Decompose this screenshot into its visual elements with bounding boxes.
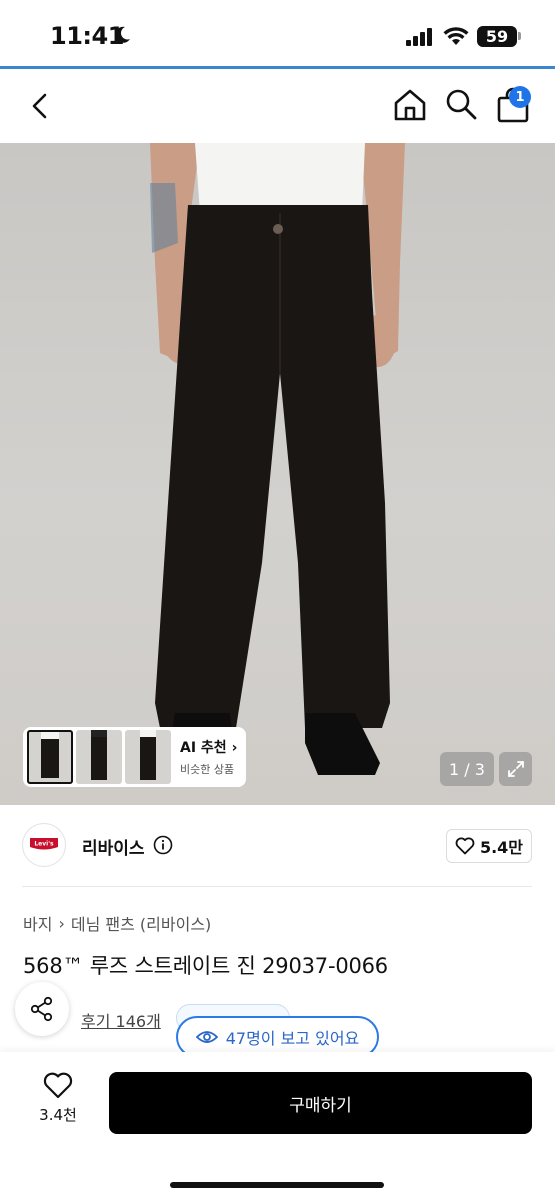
product-title: 568™ 루즈 스트레이트 진 29037-0066 (23, 954, 388, 978)
ai-recommend-subtitle: 비슷한 상품 (180, 763, 235, 776)
heart-icon (43, 1072, 73, 1099)
image-counter: 1 / 3 (440, 752, 494, 786)
top-nav (0, 69, 555, 143)
thumbnail-2[interactable] (76, 730, 122, 784)
moon-icon (115, 26, 130, 43)
cart-count-badge: 1 (509, 86, 531, 108)
brand-logo[interactable]: Levi's (22, 823, 66, 867)
divider (22, 886, 532, 887)
battery-indicator: 59 (477, 26, 517, 47)
share-icon (30, 996, 53, 1022)
bottom-action-bar: 3.4천 구매하기 (0, 1052, 555, 1200)
breadcrumb-subcategory[interactable]: 데님 팬츠 (리바이스) (71, 911, 211, 935)
breadcrumb-category[interactable]: 바지 (23, 911, 52, 935)
back-icon[interactable] (24, 89, 58, 123)
home-indicator (170, 1182, 384, 1188)
chevron-right-icon: › (231, 740, 238, 756)
wifi-icon (443, 27, 469, 45)
ai-recommend-link[interactable]: AI 추천 › 비슷한 상품 (180, 737, 237, 777)
favorite-button[interactable]: 3.4천 (30, 1072, 86, 1125)
heart-icon (455, 837, 475, 855)
svg-text:Levi's: Levi's (34, 841, 54, 848)
status-bar: 11:41 59 (0, 0, 555, 68)
levis-logo-icon: Levi's (30, 838, 58, 850)
search-icon[interactable] (444, 87, 478, 121)
product-photo (150, 143, 405, 775)
expand-button[interactable] (499, 752, 532, 786)
review-link[interactable]: 후기 146개 (81, 1008, 161, 1032)
share-button[interactable] (15, 982, 69, 1036)
ai-recommend-title: AI 추천 › (180, 740, 238, 756)
thumbnail-1[interactable] (27, 730, 73, 784)
product-image-carousel[interactable]: AI 추천 › 비슷한 상품 1 / 3 (0, 143, 555, 805)
brand-like-count: 5.4만 (479, 838, 524, 857)
expand-icon (507, 761, 524, 777)
battery-nub (518, 32, 521, 40)
thumbnail-3[interactable] (125, 730, 171, 784)
info-icon[interactable] (153, 835, 173, 855)
thumbnail-strip: AI 추천 › 비슷한 상품 (23, 727, 246, 787)
home-icon[interactable] (392, 87, 428, 123)
eye-icon (195, 1031, 218, 1043)
chevron-right-icon: › (58, 913, 65, 933)
brand-name[interactable]: 리바이스 (82, 834, 145, 859)
brand-like-button[interactable]: 5.4만 (446, 829, 532, 863)
buy-button[interactable]: 구매하기 (109, 1072, 532, 1134)
viewers-label: 47명이 보고 있어요 (225, 1029, 360, 1048)
breadcrumb: 바지 › 데님 팬츠 (리바이스) (23, 911, 211, 935)
favorite-count: 3.4천 (39, 1106, 77, 1124)
brand-row: Levi's 리바이스 5.4만 (0, 805, 555, 887)
signal-icon (406, 28, 432, 46)
